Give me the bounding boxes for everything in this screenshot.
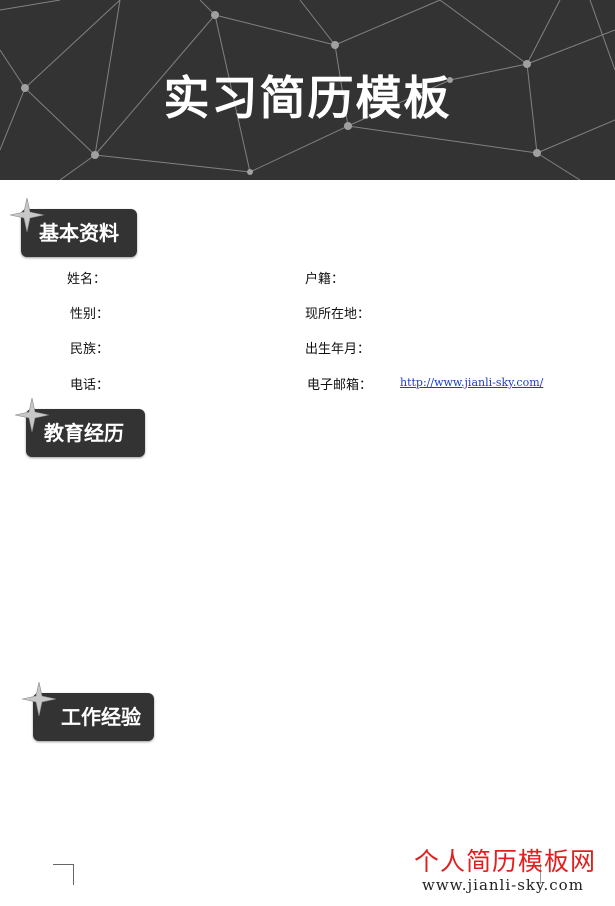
email-link[interactable]: http://www.jianli-sky.com/ [400,376,543,389]
name-label: 姓名： [67,272,107,287]
email-label: 电子邮箱： [307,378,373,393]
hometown-label: 户籍： [305,272,345,287]
page-title: 实习简历模板 [163,71,452,125]
sparkle-icon [22,682,56,716]
watermark-url: www.jianli-sky.com [422,876,584,894]
watermark-brand: 个人简历模板网 [414,847,597,876]
header-banner: 实习简历模板 [0,0,615,180]
gender-label: 性别： [70,307,110,322]
sparkle-icon [15,398,49,432]
page-corner-mark [53,864,74,885]
birth-label: 出生年月： [305,342,371,357]
location-label: 现所在地： [305,307,371,322]
sparkle-icon [10,198,44,232]
phone-label: 电话： [70,378,110,393]
ethnicity-label: 民族： [70,342,110,357]
